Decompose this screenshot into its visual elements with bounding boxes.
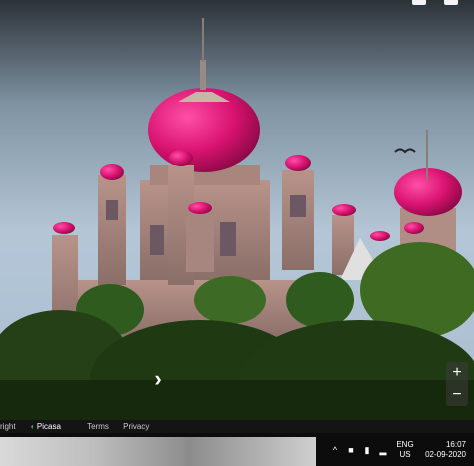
viewer-top-controls [412, 0, 458, 8]
language-indicator[interactable]: ENG US [394, 440, 416, 460]
zoom-control: + − [446, 362, 468, 406]
attribution-bar: right ◖ Picasa Terms Privacy [0, 420, 474, 433]
copyright-text: right [0, 422, 16, 431]
fullscreen-icon[interactable] [412, 0, 426, 5]
privacy-link[interactable]: Privacy [123, 420, 149, 433]
zoom-out-button[interactable]: − [446, 384, 468, 406]
system-tray: ^ ■ ▮ ▂ ENG US 16:07 02-09-2020 [330, 433, 474, 466]
zoom-in-button[interactable]: + [446, 362, 468, 384]
battery-icon[interactable]: ▮ [362, 445, 372, 455]
taskbar-window-preview[interactable] [0, 437, 316, 466]
clock-date: 02-09-2020 [425, 449, 466, 459]
clock-time: 16:07 [445, 439, 466, 449]
security-icon[interactable]: ■ [346, 445, 356, 455]
terms-link[interactable]: Terms [87, 420, 109, 433]
next-image-button[interactable]: › [148, 368, 168, 390]
language-code: ENG [396, 439, 414, 449]
background-photo [0, 0, 474, 420]
chevron-up-icon[interactable]: ^ [330, 445, 340, 455]
region-code: US [399, 449, 411, 459]
provider-label: Picasa [36, 422, 61, 431]
clock[interactable]: 16:07 02-09-2020 [422, 440, 466, 460]
picasa-logo: ◖ Picasa [29, 422, 61, 431]
signal-icon[interactable]: ▂ [378, 445, 388, 455]
menu-icon[interactable] [444, 0, 458, 5]
taskbar: ^ ■ ▮ ▂ ENG US 16:07 02-09-2020 [0, 433, 474, 466]
